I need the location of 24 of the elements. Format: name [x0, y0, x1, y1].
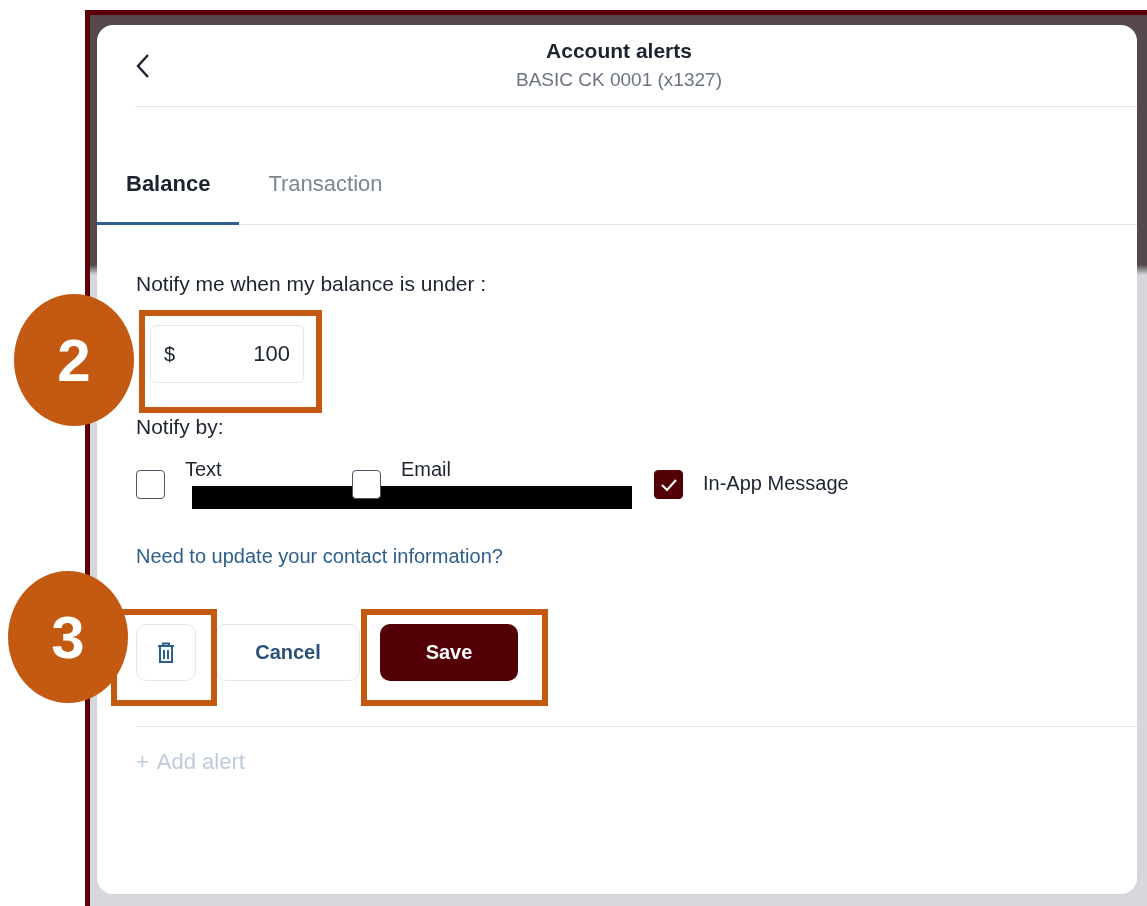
checkbox[interactable]: [136, 470, 165, 499]
trash-icon: [157, 641, 175, 664]
checkbox[interactable]: [352, 470, 381, 499]
checkbox-label: In-App Message: [703, 472, 849, 495]
amount-value: 100: [253, 341, 290, 367]
tab[interactable]: Balance: [97, 157, 240, 225]
contact-info-link[interactable]: Need to update your contact information?: [136, 545, 503, 568]
checkbox-label: Email: [401, 458, 451, 481]
cancel-button[interactable]: Cancel: [216, 624, 360, 681]
step-number: 2: [14, 294, 134, 426]
checkbox[interactable]: [654, 470, 683, 499]
checkmark-icon: [659, 477, 678, 492]
checkbox-label: Text: [185, 458, 222, 481]
account-name: BASIC CK 0001 (x1327): [516, 68, 722, 91]
back-icon[interactable]: [135, 52, 151, 79]
save-button[interactable]: Save: [380, 624, 518, 681]
tab[interactable]: Transaction: [239, 157, 412, 225]
currency-symbol: $: [164, 342, 176, 366]
amount-field[interactable]: $ 100: [150, 325, 304, 383]
threshold-label: Notify me when my balance is under :: [136, 272, 488, 296]
delete-button[interactable]: [136, 624, 196, 681]
dialog-title: Account alerts: [546, 38, 692, 63]
notify-by-label: Notify by:: [136, 415, 225, 439]
step-number: 3: [8, 571, 128, 703]
